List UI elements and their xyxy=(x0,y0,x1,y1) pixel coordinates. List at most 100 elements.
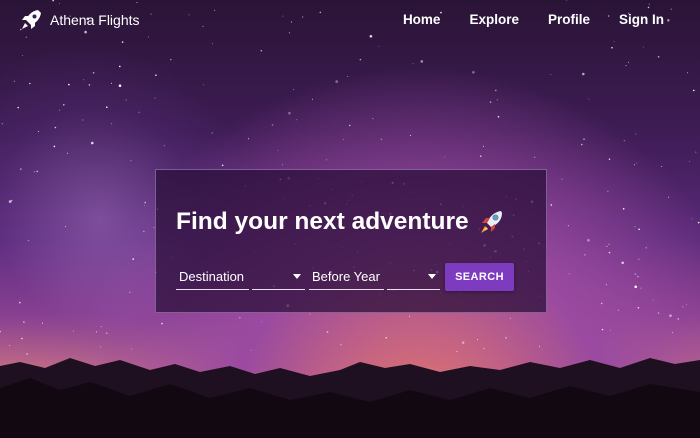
star xyxy=(550,204,553,206)
star xyxy=(672,332,673,333)
year-select[interactable]: Before Year xyxy=(309,264,384,290)
star xyxy=(587,239,590,242)
star xyxy=(27,239,30,242)
star xyxy=(634,226,636,228)
star xyxy=(260,49,263,52)
brand[interactable]: Athena Flights xyxy=(18,7,140,33)
star xyxy=(72,330,74,332)
star xyxy=(129,291,131,293)
star xyxy=(622,208,625,210)
star xyxy=(635,133,637,135)
star xyxy=(588,98,590,100)
star xyxy=(497,116,500,118)
star xyxy=(582,72,585,76)
star xyxy=(637,275,639,278)
star xyxy=(37,131,39,133)
nav-sign-in[interactable]: Sign In xyxy=(619,12,664,27)
star xyxy=(496,99,498,101)
star xyxy=(296,119,298,121)
nav-home[interactable]: Home xyxy=(403,12,441,27)
star xyxy=(10,199,13,202)
star xyxy=(106,106,108,108)
star xyxy=(96,331,97,333)
star xyxy=(67,152,69,154)
star xyxy=(17,106,20,109)
star xyxy=(581,143,583,146)
star xyxy=(686,303,688,305)
nav-profile[interactable]: Profile xyxy=(548,12,590,27)
star xyxy=(687,72,689,74)
search-button[interactable]: SEARCH xyxy=(445,263,514,291)
star xyxy=(695,151,697,153)
star xyxy=(138,111,140,113)
star xyxy=(634,273,637,275)
year-dropdown[interactable] xyxy=(387,264,440,290)
rocket-icon xyxy=(22,10,41,29)
destination-label: Destination xyxy=(179,269,245,284)
star xyxy=(163,145,165,147)
star xyxy=(59,109,61,111)
star xyxy=(54,126,57,129)
star xyxy=(9,345,11,346)
star xyxy=(412,63,414,65)
star xyxy=(33,171,35,173)
star xyxy=(617,309,619,311)
star xyxy=(538,345,540,347)
star xyxy=(340,343,342,346)
star xyxy=(118,84,122,87)
star xyxy=(479,155,482,157)
destination-dropdown[interactable] xyxy=(252,264,305,290)
star xyxy=(568,273,570,275)
star xyxy=(347,76,349,77)
star xyxy=(211,43,213,45)
star xyxy=(20,168,22,170)
star xyxy=(550,74,552,75)
star xyxy=(36,170,38,173)
star xyxy=(668,196,669,198)
star xyxy=(170,58,172,61)
star xyxy=(312,98,313,100)
star xyxy=(637,306,640,309)
star xyxy=(335,80,339,83)
star xyxy=(611,46,613,49)
star xyxy=(29,82,31,85)
star xyxy=(13,80,15,82)
star xyxy=(378,45,380,47)
star xyxy=(88,84,91,86)
star xyxy=(143,230,145,233)
rocket-emoji-icon xyxy=(480,211,502,233)
star xyxy=(410,134,411,136)
star xyxy=(372,118,374,120)
headline-text: Find your next adventure xyxy=(176,208,469,235)
star xyxy=(645,247,647,249)
star xyxy=(657,312,660,314)
mountain-silhouette xyxy=(0,358,700,438)
star xyxy=(121,41,124,43)
star xyxy=(110,82,112,84)
star xyxy=(642,46,644,48)
star xyxy=(689,160,690,162)
star xyxy=(92,72,95,74)
star xyxy=(19,301,21,304)
top-nav-bar: Athena Flights Home Explore Profile Sign… xyxy=(0,0,700,40)
star xyxy=(309,313,311,315)
star xyxy=(65,226,66,228)
star xyxy=(385,337,388,339)
star xyxy=(657,56,660,58)
star xyxy=(608,251,611,254)
star xyxy=(325,159,327,161)
star xyxy=(119,65,121,68)
star xyxy=(83,79,85,81)
star xyxy=(505,337,507,339)
destination-select[interactable]: Destination xyxy=(176,264,249,290)
star xyxy=(248,138,249,140)
chevron-down-icon xyxy=(428,274,436,279)
nav-explore[interactable]: Explore xyxy=(469,12,519,27)
star xyxy=(483,145,484,147)
star xyxy=(638,258,640,260)
star xyxy=(509,317,511,319)
star xyxy=(282,164,283,166)
star xyxy=(63,104,65,106)
star xyxy=(693,89,695,92)
star xyxy=(105,332,108,335)
